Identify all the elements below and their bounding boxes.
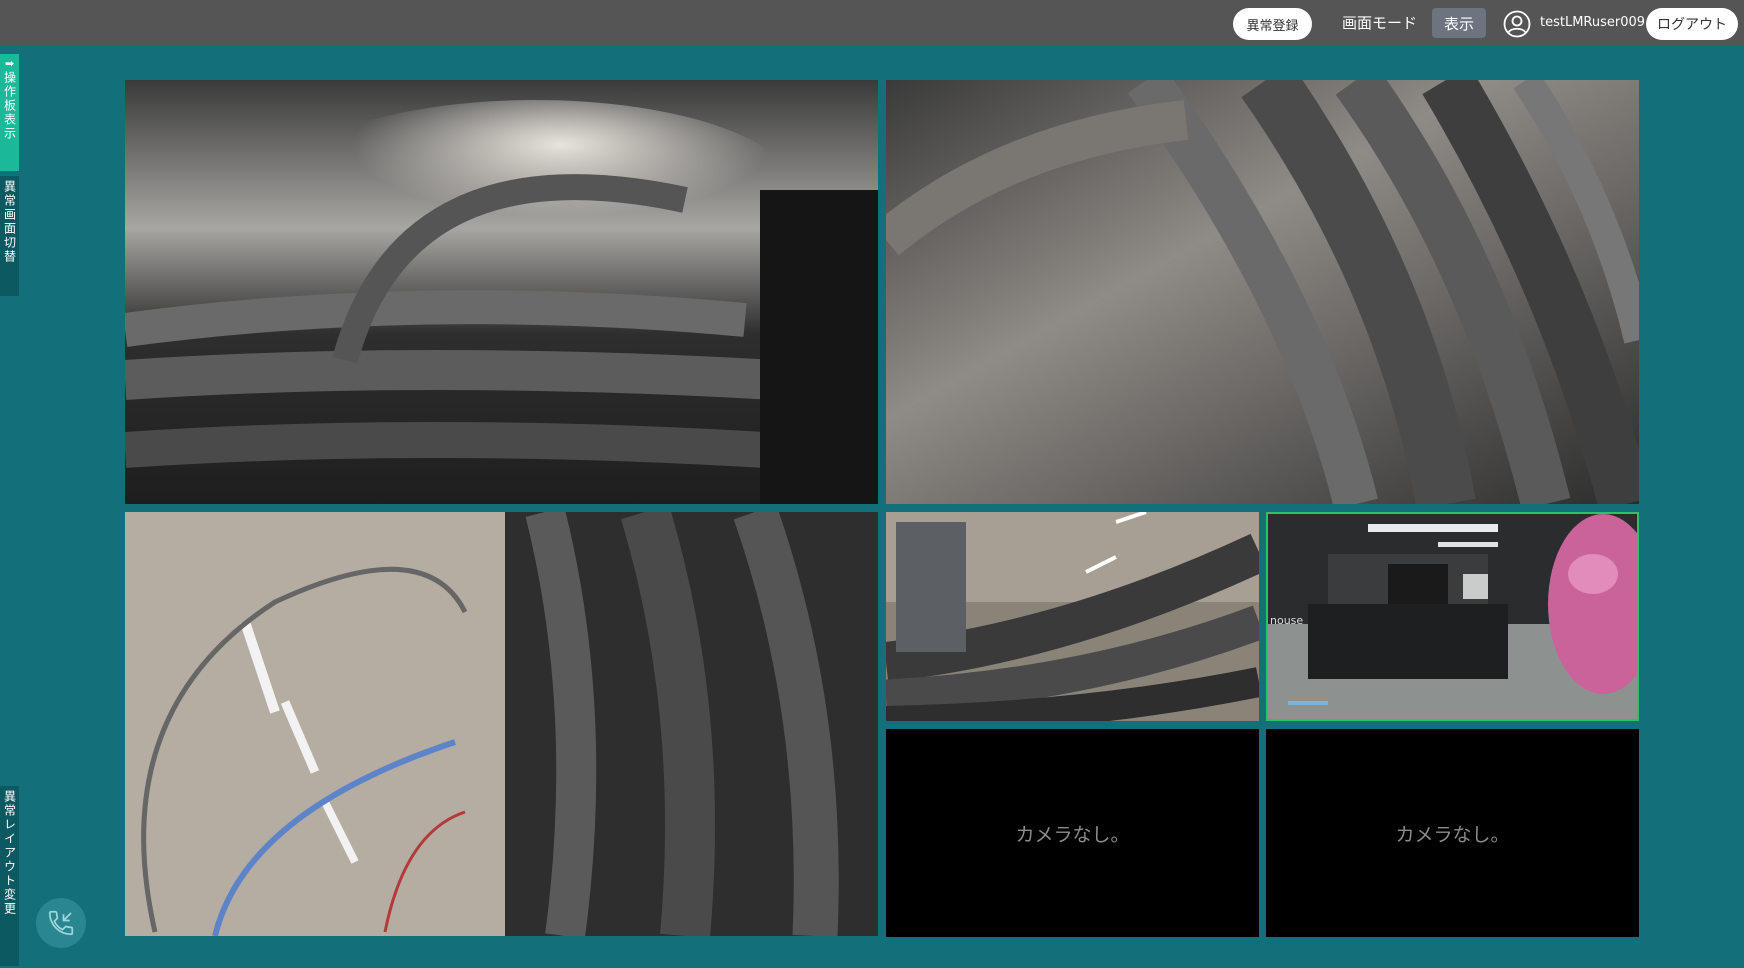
screen-mode-label: 画面モード (1342, 14, 1418, 32)
camera-feed-2 (886, 80, 1639, 504)
control-panel-toggle-tab[interactable]: ➡ 操作板表示 (0, 54, 19, 171)
camera-feed-4 (886, 512, 1259, 721)
user-circle-icon (1503, 10, 1531, 38)
anomaly-register-button[interactable]: 異常登録 (1233, 8, 1312, 40)
anomaly-layout-change-tab[interactable]: 異常レイアウト変更 (0, 786, 19, 966)
anomaly-layout-change-label: 異常レイアウト変更 (2, 790, 17, 916)
phone-incoming-icon (48, 910, 74, 936)
camera-view-2[interactable] (886, 80, 1639, 504)
username: testLMRuser009 (1540, 15, 1646, 30)
phone-call-button[interactable] (36, 898, 86, 948)
no-camera-message: カメラなし。 (1395, 823, 1510, 846)
camera-view-4[interactable] (886, 512, 1259, 721)
no-camera-message: カメラなし。 (1015, 823, 1130, 846)
anomaly-screen-switch-tab[interactable]: 異常画面切替 (0, 176, 19, 296)
logout-button[interactable]: ログアウト (1646, 8, 1738, 40)
top-bar: 異常登録 画面モード 表示 testLMRuser009 ログアウト (0, 0, 1744, 46)
camera-feed-3 (125, 512, 878, 936)
camera-feed-5 (1268, 514, 1637, 719)
camera-5-overlay-text: nouse (1270, 614, 1304, 627)
control-panel-toggle-label: 操作板表示 (2, 71, 17, 141)
camera-view-1[interactable] (125, 80, 878, 504)
camera-view-5[interactable]: nouse (1266, 512, 1639, 721)
camera-view-6[interactable]: カメラなし。 (886, 729, 1259, 937)
display-mode-button[interactable]: 表示 (1432, 8, 1486, 38)
camera-feed-1 (125, 80, 878, 504)
anomaly-screen-switch-label: 異常画面切替 (2, 180, 17, 264)
camera-view-3[interactable] (125, 512, 878, 936)
arrow-right-icon: ➡ (4, 57, 15, 70)
camera-view-7[interactable]: カメラなし。 (1266, 729, 1639, 937)
